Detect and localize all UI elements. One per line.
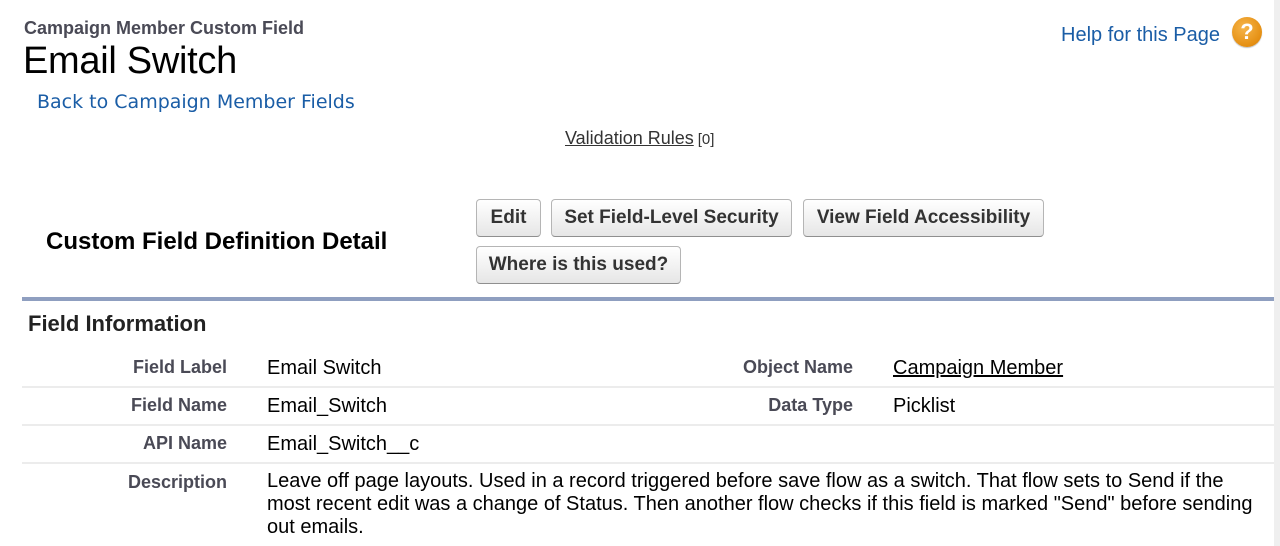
validation-rules-related: Validation Rules [0] [565,128,714,149]
field-label-label: Field Label [132,357,227,377]
section-title: Custom Field Definition Detail [46,228,388,255]
section-divider [22,297,1274,301]
field-information-heading: Field Information [28,311,207,336]
field-name-value: Email_Switch [267,395,388,417]
page-subtitle: Campaign Member Custom Field [24,18,305,38]
page-title: Email Switch [23,40,237,82]
field-row-api: API Name Email_Switch__c [22,426,1274,464]
data-type-label: Data Type [768,395,853,415]
validation-rules-count: [0] [697,131,715,148]
validation-rules-link[interactable]: Validation Rules [565,128,694,148]
field-row-label: Field Label Email Switch Object Name Cam… [22,350,1274,388]
field-label-value: Email Switch [267,357,382,379]
object-name-link[interactable]: Campaign Member [893,357,1063,379]
api-name-label: API Name [142,433,227,453]
description-value: Leave off page layouts. Used in a record… [267,470,1253,538]
object-name-label: Object Name [742,357,853,377]
view-field-accessibility-button[interactable]: View Field Accessibility [803,199,1044,237]
api-name-value: Email_Switch__c [267,433,420,455]
field-row-name: Field Name Email_Switch Data Type Pickli… [22,388,1274,426]
help-for-page-link[interactable]: Help for this Page [1061,24,1220,47]
edit-button[interactable]: Edit [476,199,541,237]
help-question-icon[interactable]: ? [1232,16,1262,47]
field-name-label: Field Name [130,395,227,415]
back-to-fields-link[interactable]: Back to Campaign Member Fields [37,91,355,113]
set-field-level-security-button[interactable]: Set Field-Level Security [551,199,792,237]
where-is-this-used-button[interactable]: Where is this used? [476,246,681,284]
help-area: Help for this Page ? [1061,16,1262,47]
description-label: Description [127,472,227,492]
scrollbar-track[interactable] [1274,0,1280,546]
data-type-value: Picklist [893,395,956,417]
